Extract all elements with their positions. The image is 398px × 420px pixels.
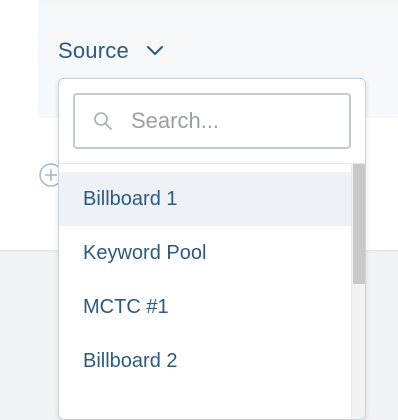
scrollbar[interactable] [351, 164, 365, 419]
source-label: Source [58, 38, 129, 63]
scrollbar-thumb[interactable] [353, 164, 365, 284]
search-box[interactable] [73, 93, 351, 149]
divider [59, 163, 365, 164]
chevron-down-icon[interactable] [145, 41, 165, 61]
search-icon [93, 111, 113, 131]
option-keyword-pool[interactable]: Keyword Pool [59, 226, 351, 280]
source-dropdown-trigger[interactable]: Source [58, 38, 165, 64]
option-billboard-2[interactable]: Billboard 2 [59, 334, 351, 388]
source-dropdown-menu: Billboard 1 Keyword Pool MCTC #1 Billboa… [58, 78, 366, 420]
search-input[interactable] [131, 103, 341, 139]
option-billboard-1[interactable]: Billboard 1 [59, 172, 351, 226]
option-mctc-1[interactable]: MCTC #1 [59, 280, 351, 334]
options-list: Billboard 1 Keyword Pool MCTC #1 Billboa… [59, 172, 351, 388]
